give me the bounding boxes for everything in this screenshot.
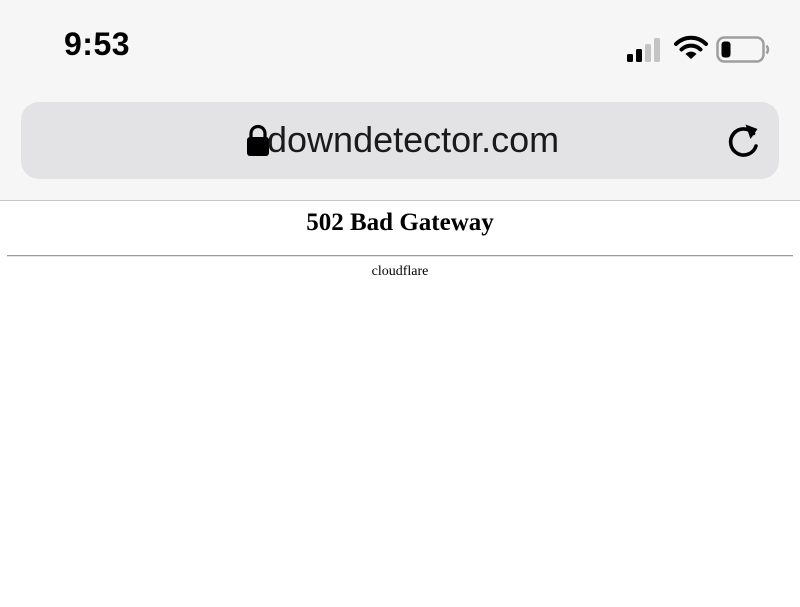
cellular-signal-icon [627, 38, 660, 62]
browser-chrome: 9:53 downdetector.com [0, 0, 800, 201]
wifi-icon [674, 35, 708, 59]
server-name: cloudflare [371, 264, 429, 279]
battery-icon [716, 36, 770, 63]
address-bar[interactable]: downdetector.com [21, 102, 779, 179]
status-bar-clock: 9:53 [64, 26, 131, 62]
divider [7, 255, 793, 257]
reload-icon[interactable] [723, 122, 763, 162]
status-bar: 9:53 [0, 0, 800, 95]
url-text[interactable]: downdetector.com [267, 119, 559, 161]
page-content: 502 Bad Gateway cloudflare [0, 201, 800, 607]
error-heading: 502 Bad Gateway [306, 209, 494, 236]
